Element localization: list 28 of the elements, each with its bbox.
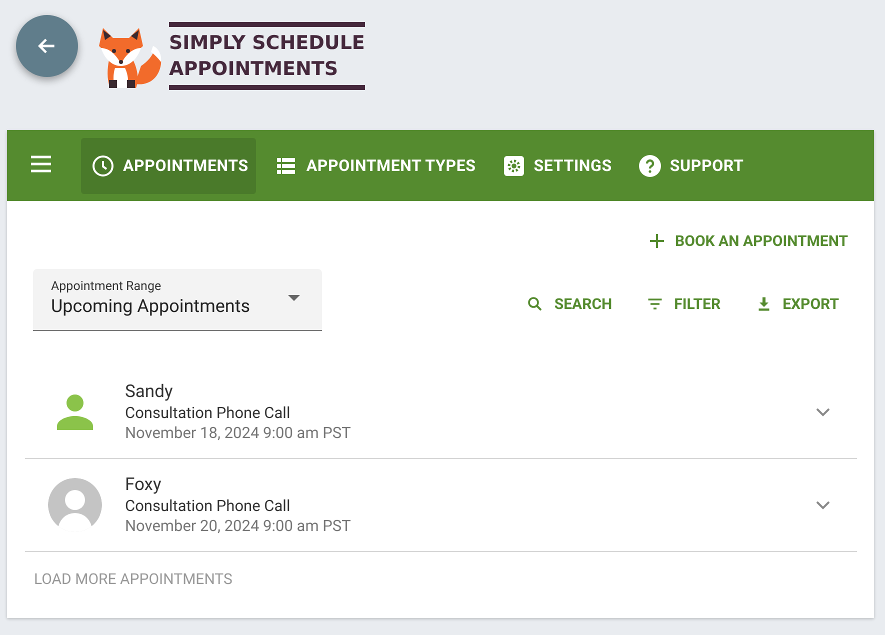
dropdown-caret-icon (288, 295, 300, 301)
action-button[interactable]: SEARCH (526, 291, 612, 317)
range-dropdown[interactable]: Appointment Range Upcoming Appointments (33, 269, 322, 331)
nav-tab[interactable]: APPOINTMENTS (81, 138, 256, 194)
load-more-button[interactable]: LOAD MORE APPOINTMENTS (34, 570, 232, 588)
appointment-time: November 18, 2024 9:00 am PST (125, 424, 352, 442)
appointment-row[interactable]: Sandy Consultation Phone Call November 18, 2024 9:00 am PST (25, 366, 857, 459)
client-name: Sandy (125, 382, 174, 402)
appointment-type: Consultation Phone Call (125, 404, 292, 422)
action-button[interactable]: EXPORT (754, 291, 839, 317)
appointment-type: Consultation Phone Call (125, 497, 292, 515)
avatar-icon (48, 478, 102, 532)
plus-icon (649, 233, 666, 249)
appointment-row[interactable]: Foxy Consultation Phone Call November 20, 2024 9:00 am PST (25, 459, 857, 552)
client-name: Foxy (125, 475, 162, 495)
appointment-time: November 20, 2024 9:00 am PST (125, 517, 352, 535)
back-button[interactable] (16, 15, 78, 77)
help-icon (638, 154, 662, 178)
search-icon (526, 295, 544, 313)
person-icon (56, 394, 94, 430)
nav-tab[interactable]: SUPPORT (628, 138, 752, 194)
book-appointment-button[interactable]: BOOK AN APPOINTMENT (649, 228, 848, 254)
nav-tab[interactable]: SETTINGS (492, 138, 620, 194)
clock-icon (91, 154, 115, 178)
settings-icon (502, 154, 526, 178)
action-button[interactable]: FILTER (646, 291, 721, 317)
nav-tab[interactable]: APPOINTMENT TYPES (264, 138, 484, 194)
logo-text: SIMPLY SCHEDULE APPOINTMENTS (169, 22, 365, 90)
